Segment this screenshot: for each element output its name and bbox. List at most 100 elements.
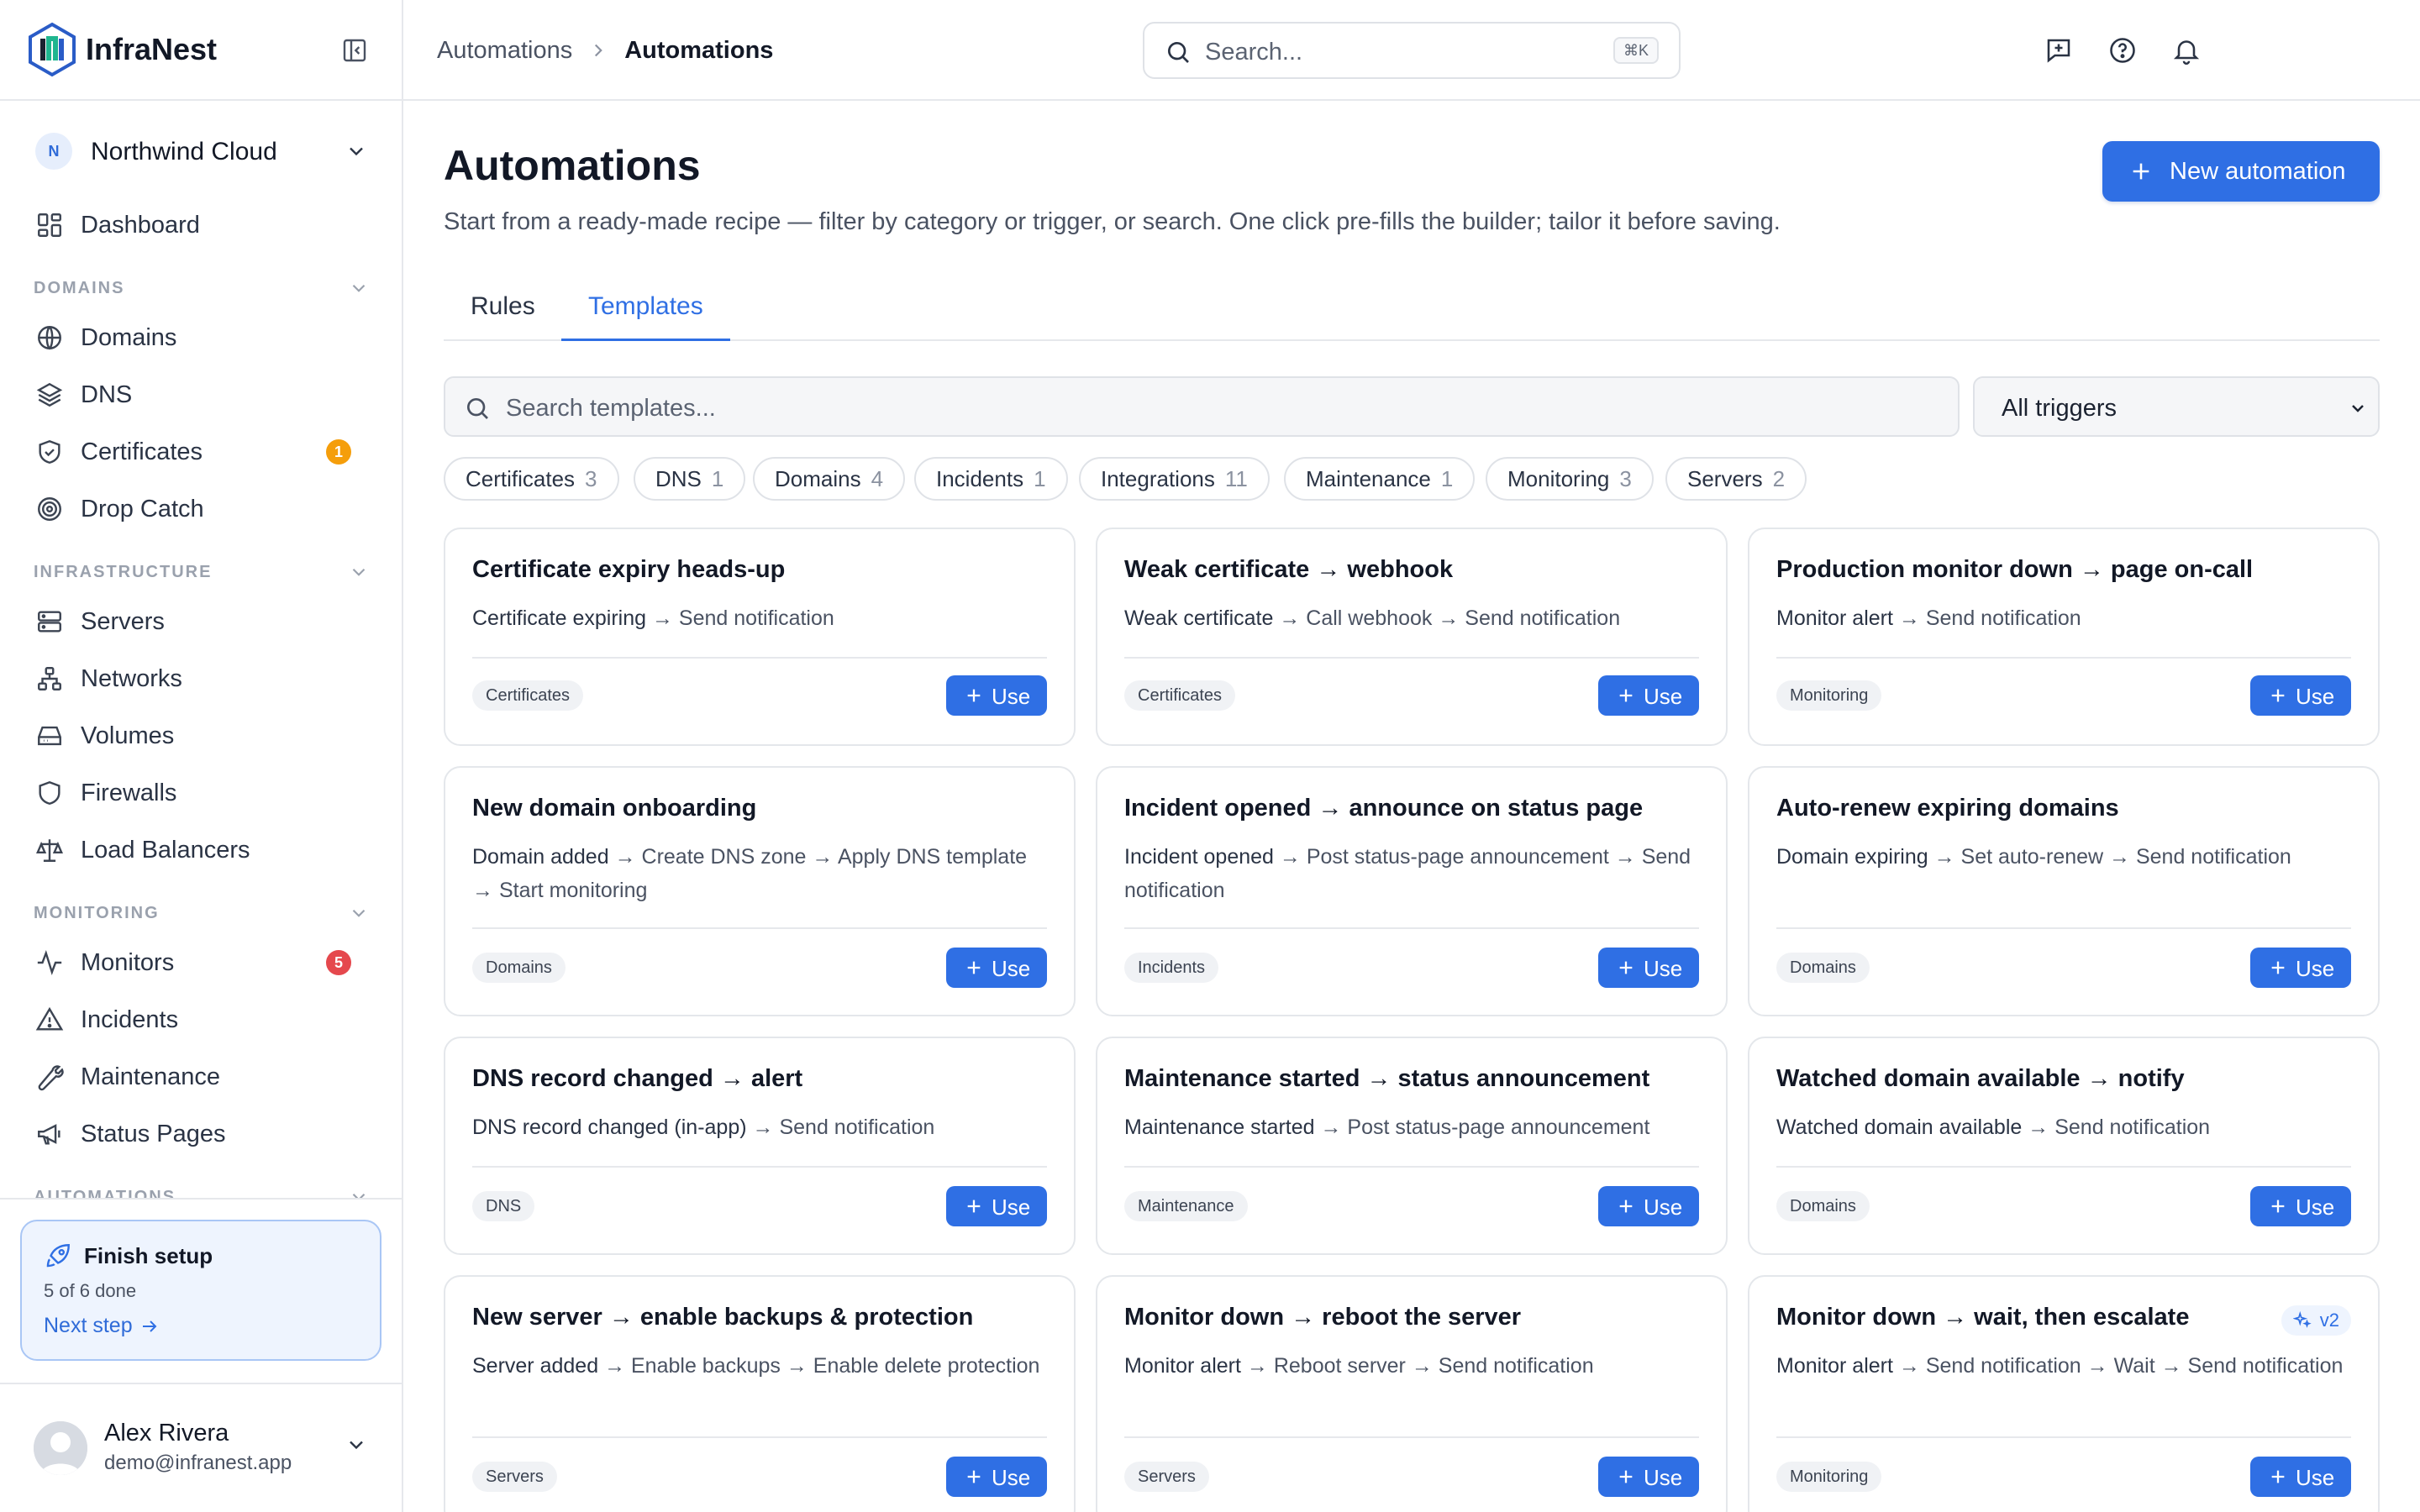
template-title: Watched domain available → notify bbox=[1776, 1065, 2185, 1092]
sidebar-item-load-balancers[interactable]: Load Balancers bbox=[24, 825, 380, 874]
help-icon[interactable] bbox=[2107, 35, 2138, 66]
sidebar-item-status-pages[interactable]: Status Pages bbox=[24, 1109, 380, 1158]
card-divider bbox=[1776, 927, 2351, 929]
use-template-button[interactable]: Use bbox=[2250, 675, 2351, 716]
bell-icon[interactable] bbox=[2171, 35, 2202, 66]
section-label: DOMAINS bbox=[34, 279, 125, 297]
use-template-button[interactable]: Use bbox=[946, 948, 1047, 988]
template-flow: Weak certificate → Call webhook → Send n… bbox=[1124, 601, 1704, 635]
use-template-button[interactable]: Use bbox=[946, 675, 1047, 716]
section-toggle-domains[interactable]: DOMAINS bbox=[34, 276, 370, 301]
template-card: Auto-renew expiring domains Domain expir… bbox=[1748, 766, 2380, 1016]
template-card: New server → enable backups & protection… bbox=[444, 1275, 1076, 1512]
org-switcher[interactable]: N Northwind Cloud bbox=[30, 131, 376, 175]
use-template-button[interactable]: Use bbox=[1598, 1457, 1699, 1497]
activity-icon bbox=[35, 948, 64, 977]
sidebar-item-label: Firewalls bbox=[81, 780, 177, 806]
template-flow: Maintenance started → Post status-page a… bbox=[1124, 1110, 1704, 1144]
sidebar-item-certificates[interactable]: Certificates 1 bbox=[24, 427, 380, 475]
sidebar-item-label: Maintenance bbox=[81, 1063, 221, 1090]
trigger-filter-select[interactable]: All triggers bbox=[1973, 376, 2380, 437]
button-label: Use bbox=[2296, 1465, 2335, 1490]
chip-count: 3 bbox=[1619, 466, 1632, 491]
feedback-icon[interactable] bbox=[2044, 35, 2074, 66]
template-title: New server → enable backups & protection bbox=[472, 1304, 974, 1331]
search-icon bbox=[464, 395, 491, 422]
next-step-link[interactable]: Next step bbox=[44, 1314, 160, 1338]
sidebar-item-servers[interactable]: Servers bbox=[24, 596, 380, 645]
infranest-logo-icon bbox=[27, 22, 77, 77]
sidebar-item-drop-catch[interactable]: Drop Catch bbox=[24, 484, 380, 533]
sidebar-item-monitors[interactable]: Monitors 5 bbox=[24, 937, 380, 986]
template-title: Maintenance started → status announcemen… bbox=[1124, 1065, 1650, 1092]
template-trigger: DNS record changed (in-app) bbox=[472, 1116, 747, 1139]
section-toggle-automations[interactable]: AUTOMATIONS bbox=[34, 1184, 370, 1198]
tab-bar: Rules Templates bbox=[444, 281, 2380, 341]
category-chip-integrations[interactable]: Integrations 11 bbox=[1079, 457, 1270, 501]
template-trigger: Domain added bbox=[472, 845, 609, 869]
use-template-button[interactable]: Use bbox=[2250, 1186, 2351, 1226]
template-steps: → Call webhook → Send notification bbox=[1279, 606, 1621, 630]
template-title: Auto-renew expiring domains bbox=[1776, 795, 2119, 822]
template-flow: Domain expiring → Set auto-renew → Send … bbox=[1776, 840, 2356, 874]
template-trigger: Server added bbox=[472, 1354, 599, 1378]
category-tag: Domains bbox=[1776, 953, 1870, 983]
chevron-down-icon bbox=[348, 277, 370, 299]
template-title: Monitor down → reboot the server bbox=[1124, 1304, 1522, 1331]
use-template-button[interactable]: Use bbox=[1598, 675, 1699, 716]
tab-templates[interactable]: Templates bbox=[561, 281, 730, 341]
new-automation-button[interactable]: New automation bbox=[2102, 141, 2380, 202]
chip-name: Servers bbox=[1687, 466, 1763, 491]
section-toggle-monitoring[interactable]: MONITORING bbox=[34, 900, 370, 926]
section-label: MONITORING bbox=[34, 904, 160, 922]
category-chip-dns[interactable]: DNS 1 bbox=[634, 457, 746, 501]
sidebar-item-networks[interactable]: Networks bbox=[24, 654, 380, 702]
category-chip-maintenance[interactable]: Maintenance 1 bbox=[1284, 457, 1476, 501]
global-search-input[interactable]: Search... ⌘K bbox=[1143, 22, 1681, 79]
template-title: Incident opened → announce on status pag… bbox=[1124, 795, 1644, 822]
section-toggle-infrastructure[interactable]: INFRASTRUCTURE bbox=[34, 559, 370, 585]
use-template-button[interactable]: Use bbox=[2250, 1457, 2351, 1497]
keyboard-shortcut-hint: ⌘K bbox=[1612, 37, 1659, 64]
use-template-button[interactable]: Use bbox=[2250, 948, 2351, 988]
sidebar-item-domains[interactable]: Domains bbox=[24, 312, 380, 361]
sidebar-item-maintenance[interactable]: Maintenance bbox=[24, 1052, 380, 1100]
card-divider bbox=[1776, 1436, 2351, 1438]
use-template-button[interactable]: Use bbox=[1598, 1186, 1699, 1226]
category-chip-certificates[interactable]: Certificates 3 bbox=[444, 457, 619, 501]
category-chip-servers[interactable]: Servers 2 bbox=[1665, 457, 1807, 501]
use-template-button[interactable]: Use bbox=[946, 1457, 1047, 1497]
plus-icon bbox=[965, 958, 983, 977]
sidebar-item-firewalls[interactable]: Firewalls bbox=[24, 768, 380, 816]
sidebar-item-dns[interactable]: DNS bbox=[24, 370, 380, 418]
card-divider bbox=[472, 657, 1047, 659]
user-menu[interactable]: Alex Rivera demo@infranest.app bbox=[30, 1411, 376, 1482]
category-chip-monitoring[interactable]: Monitoring 3 bbox=[1486, 457, 1654, 501]
breadcrumb-link[interactable]: Automations bbox=[437, 37, 572, 65]
template-title: Monitor down → wait, then escalate bbox=[1776, 1304, 2190, 1331]
section-label: INFRASTRUCTURE bbox=[34, 563, 213, 581]
card-divider bbox=[1124, 657, 1699, 659]
use-template-button[interactable]: Use bbox=[1598, 948, 1699, 988]
template-steps: → Send notification bbox=[651, 606, 834, 630]
tab-rules[interactable]: Rules bbox=[444, 281, 562, 341]
template-flow: DNS record changed (in-app) → Send notif… bbox=[472, 1110, 1052, 1144]
section-label: AUTOMATIONS bbox=[34, 1188, 176, 1198]
use-template-button[interactable]: Use bbox=[946, 1186, 1047, 1226]
card-divider bbox=[1124, 1166, 1699, 1168]
sidebar-item-label: Servers bbox=[81, 608, 165, 635]
category-chip-domains[interactable]: Domains 4 bbox=[753, 457, 906, 501]
category-chip-incidents[interactable]: Incidents 1 bbox=[914, 457, 1068, 501]
sidebar-item-dashboard[interactable]: Dashboard bbox=[24, 200, 380, 249]
button-label: Use bbox=[2296, 684, 2335, 709]
template-search-input[interactable]: Search templates... bbox=[444, 376, 1960, 437]
sidebar-item-incidents[interactable]: Incidents bbox=[24, 995, 380, 1043]
template-trigger: Maintenance started bbox=[1124, 1116, 1315, 1139]
version-badge: v2 bbox=[2281, 1305, 2351, 1336]
chevron-down-icon bbox=[345, 139, 368, 163]
sidebar-item-volumes[interactable]: Volumes bbox=[24, 711, 380, 759]
collapse-sidebar-icon[interactable] bbox=[341, 37, 368, 64]
category-tag: Maintenance bbox=[1124, 1191, 1248, 1221]
chevron-down-icon bbox=[2348, 398, 2368, 418]
plus-icon bbox=[2269, 958, 2287, 977]
